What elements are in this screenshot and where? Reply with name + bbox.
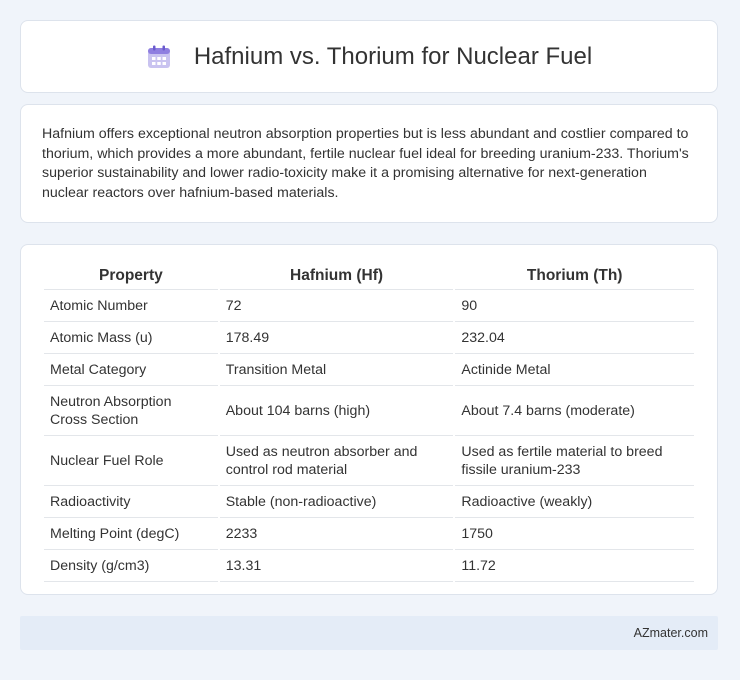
hafnium-cell: Used as neutron absorber and control rod… [219, 436, 454, 486]
calendar-icon [146, 44, 172, 70]
property-cell: Melting Point (degC) [44, 518, 218, 550]
description-card: Hafnium offers exceptional neutron absor… [20, 104, 718, 223]
hafnium-cell: 13.31 [219, 550, 454, 582]
thorium-cell: Actinide Metal [455, 354, 694, 386]
table-row: Neutron Absorption Cross Section About 1… [44, 386, 694, 436]
table-row: Atomic Number 72 90 [44, 290, 694, 322]
thorium-cell: 1750 [455, 518, 694, 550]
hafnium-cell: 178.49 [219, 322, 454, 354]
table-row: Density (g/cm3) 13.31 11.72 [44, 550, 694, 582]
property-cell: Nuclear Fuel Role [44, 436, 218, 486]
property-cell: Atomic Number [44, 290, 218, 322]
page-title: Hafnium vs. Thorium for Nuclear Fuel [146, 43, 592, 71]
table-row: Atomic Mass (u) 178.49 232.04 [44, 322, 694, 354]
thorium-cell: 232.04 [455, 322, 694, 354]
thorium-cell: Used as fertile material to breed fissil… [455, 436, 694, 486]
property-cell: Density (g/cm3) [44, 550, 218, 582]
hafnium-cell: Transition Metal [219, 354, 454, 386]
table-row: Metal Category Transition Metal Actinide… [44, 354, 694, 386]
footer-bar: AZmater.com [20, 616, 718, 650]
thorium-cell: 90 [455, 290, 694, 322]
header-property: Property [44, 263, 218, 290]
thorium-cell: About 7.4 barns (moderate) [455, 386, 694, 436]
hafnium-cell: 2233 [219, 518, 454, 550]
comparison-table-card: Property Hafnium (Hf) Thorium (Th) Atomi… [20, 244, 718, 595]
thorium-cell: 11.72 [455, 550, 694, 582]
header-thorium: Thorium (Th) [455, 263, 694, 290]
header-hafnium: Hafnium (Hf) [219, 263, 454, 290]
comparison-table: Property Hafnium (Hf) Thorium (Th) Atomi… [42, 263, 696, 582]
property-cell: Metal Category [44, 354, 218, 386]
property-cell: Atomic Mass (u) [44, 322, 218, 354]
property-cell: Neutron Absorption Cross Section [44, 386, 218, 436]
table-row: Radioactivity Stable (non-radioactive) R… [44, 486, 694, 518]
table-row: Melting Point (degC) 2233 1750 [44, 518, 694, 550]
footer-brand[interactable]: AZmater.com [634, 626, 708, 640]
property-cell: Radioactivity [44, 486, 218, 518]
table-header-row: Property Hafnium (Hf) Thorium (Th) [44, 263, 694, 290]
table-row: Nuclear Fuel Role Used as neutron absorb… [44, 436, 694, 486]
hafnium-cell: About 104 barns (high) [219, 386, 454, 436]
hafnium-cell: Stable (non-radioactive) [219, 486, 454, 518]
thorium-cell: Radioactive (weakly) [455, 486, 694, 518]
page-title-text: Hafnium vs. Thorium for Nuclear Fuel [193, 42, 593, 70]
description-text: Hafnium offers exceptional neutron absor… [42, 126, 689, 201]
title-card: Hafnium vs. Thorium for Nuclear Fuel [20, 20, 718, 93]
hafnium-cell: 72 [219, 290, 454, 322]
